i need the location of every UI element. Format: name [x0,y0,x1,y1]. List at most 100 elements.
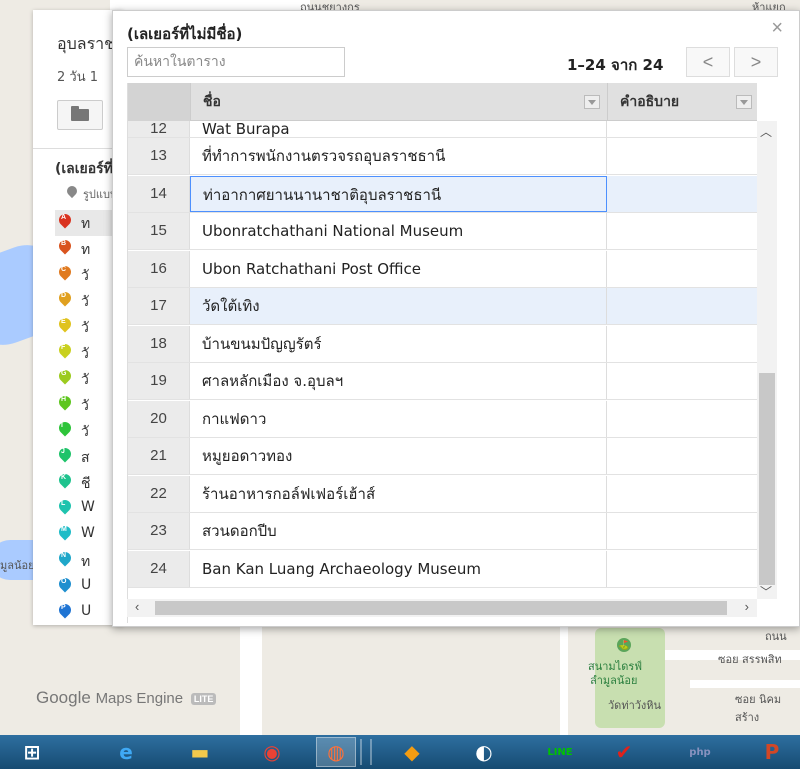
cell-description[interactable] [607,213,757,249]
powerpoint-app-glyph: P [764,740,780,764]
table-row[interactable]: 13 ที่ทำการพนักงานตรวจรถอุบลราชธานี [128,138,757,175]
data-table: ชื่อ คำอธิบาย 12 Wat Burapa 13 ที่ทำการพนัก… [127,83,757,623]
pdf-app-glyph: ✔ [615,740,633,764]
scrollbar-thumb[interactable] [155,601,727,615]
map-label: ซอย นิคมสร้าง [735,693,782,724]
scroll-up-icon[interactable]: ︿ [760,123,772,140]
map-pin-letter: D [61,292,67,299]
cell-description[interactable] [607,251,757,287]
park-icon[interactable]: ⛳ [617,638,631,652]
table-search-input[interactable] [127,47,345,77]
row-number: 22 [128,475,190,512]
table-row[interactable]: 16 Ubon Ratchathani Post Office [128,250,757,288]
cell-description[interactable] [607,138,757,174]
row-number: 12 [128,121,190,137]
map-pin-letter: N [61,552,67,559]
map-pin-letter: B [61,240,67,247]
horizontal-scrollbar[interactable]: ‹ › [127,599,757,617]
table-row[interactable]: 20 กาแฟดาว [128,400,757,438]
map-label: ลำมูลน้อย [590,674,638,687]
cell-description[interactable] [607,326,757,362]
table-row[interactable]: 22 ร้านอาหารกอล์ฟเฟอร์เฮ้าส์ [128,475,757,513]
map-label: มูลน้อย [0,559,35,572]
table-row[interactable]: 17 วัดใต้เทิง [128,288,757,325]
feature-name: วั [81,320,89,336]
php-app-icon[interactable]: php [680,737,720,767]
map-label: ถนน [765,630,787,643]
map-pin-letter: L [61,500,66,507]
close-icon[interactable]: × [771,17,783,40]
add-layer-button[interactable] [57,100,103,130]
cell-description[interactable] [607,288,757,324]
row-number: 15 [128,213,190,249]
column-header-name[interactable]: ชื่อ [190,83,607,121]
table-row[interactable]: 18 บ้านขนมปัญญรัตร์ [128,325,757,363]
ie-browser-icon[interactable]: e [106,737,146,767]
table-row[interactable]: 24 Ban Kan Luang Archaeology Museum [128,550,757,588]
cell-name[interactable]: Ban Kan Luang Archaeology Museum [190,550,607,587]
scroll-right-icon[interactable]: › [745,599,749,614]
previous-page-button[interactable]: < [686,47,730,77]
feature-name: วั [81,398,89,414]
table-row[interactable]: 21 หมูยอดาวทอง [128,438,757,475]
cell-name[interactable]: ที่ทำการพนักงานตรวจรถอุบลราชธานี [190,138,607,174]
table-header: ชื่อ คำอธิบาย [128,83,757,121]
column-description-label: คำอธิบาย [620,94,680,110]
cell-name[interactable]: Ubonratchathani National Museum [190,213,607,249]
table-row[interactable]: 23 สวนดอกปีบ [128,513,757,550]
map-pin-letter: F [61,344,66,351]
windows-start-glyph: ⊞ [23,740,41,764]
cell-name[interactable]: Ubon Ratchathani Post Office [190,250,607,287]
cell-name[interactable]: ท่าอากาศยานนานาชาติอุบลราชธานี [190,175,607,212]
map-pin-letter: J [61,448,65,455]
chrome-browser-icon[interactable]: ◉ [252,737,292,767]
cell-description[interactable] [607,551,757,587]
next-page-button[interactable]: > [734,47,778,77]
column-header-description[interactable]: คำอธิบาย [607,83,757,121]
pdf-app-icon[interactable]: ✔ [604,737,644,767]
feature-name: วั [81,346,89,362]
scroll-down-icon[interactable]: ﹀ [760,583,772,600]
row-number: 16 [128,250,190,287]
cell-description[interactable] [607,513,757,549]
cell-name[interactable]: วัดใต้เทิง [190,288,607,324]
sort-menu-icon[interactable] [584,95,600,109]
cell-name[interactable]: Wat Burapa [190,121,607,137]
cell-name[interactable]: หมูยอดาวทอง [190,438,607,474]
firefox-browser-icon[interactable]: ◍ [316,737,356,767]
map-date: 2 วัน 1 [57,70,98,85]
cell-name[interactable]: กาแฟดาว [190,400,607,437]
scrollbar-thumb[interactable] [759,373,775,585]
line-app-icon[interactable]: LINE [540,737,580,767]
file-explorer-icon[interactable]: ▬ [180,737,220,767]
feature-name: U [81,603,92,619]
google-logo-text: Google [36,688,91,707]
php-app-glyph: php [689,746,711,758]
table-row[interactable]: 12 Wat Burapa [128,121,757,138]
cell-name[interactable]: ศาลหลักเมือง จ.อุบลฯ [190,363,607,399]
cell-description[interactable] [607,476,757,512]
windows-start-icon[interactable]: ⊞ [12,737,52,767]
table-body: 12 Wat Burapa 13 ที่ทำการพนักงานตรวจรถอุบลร… [128,121,757,599]
table-row[interactable]: 15 Ubonratchathani National Museum [128,213,757,250]
scroll-left-icon[interactable]: ‹ [135,599,139,614]
bird-app-icon[interactable]: ◐ [464,737,504,767]
cell-name[interactable]: บ้านขนมปัญญรัตร์ [190,325,607,362]
map-label: ซอย สรรพสิท [718,653,782,666]
sort-menu-icon[interactable] [736,95,752,109]
map-pin-letter: A [61,214,67,221]
cell-description[interactable] [607,176,757,212]
cell-name[interactable]: ร้านอาหารกอล์ฟเฟอร์เฮ้าส์ [190,475,607,512]
cell-description[interactable] [607,438,757,474]
cell-description[interactable] [607,363,757,399]
cell-description[interactable] [607,401,757,437]
powerpoint-app-icon[interactable]: P [752,737,792,767]
cell-name[interactable]: สวนดอกปีบ [190,513,607,549]
table-row[interactable]: 19 ศาลหลักเมือง จ.อุบลฯ [128,363,757,400]
vertical-scrollbar[interactable]: ︿ ﹀ [757,121,777,599]
table-row[interactable]: 14 ท่าอากาศยานนานาชาติอุบลราชธานี [128,175,757,213]
row-number: 23 [128,513,190,549]
sublime-editor-icon[interactable]: ◆ [392,737,432,767]
row-number: 14 [128,175,190,212]
row-number: 17 [128,288,190,324]
